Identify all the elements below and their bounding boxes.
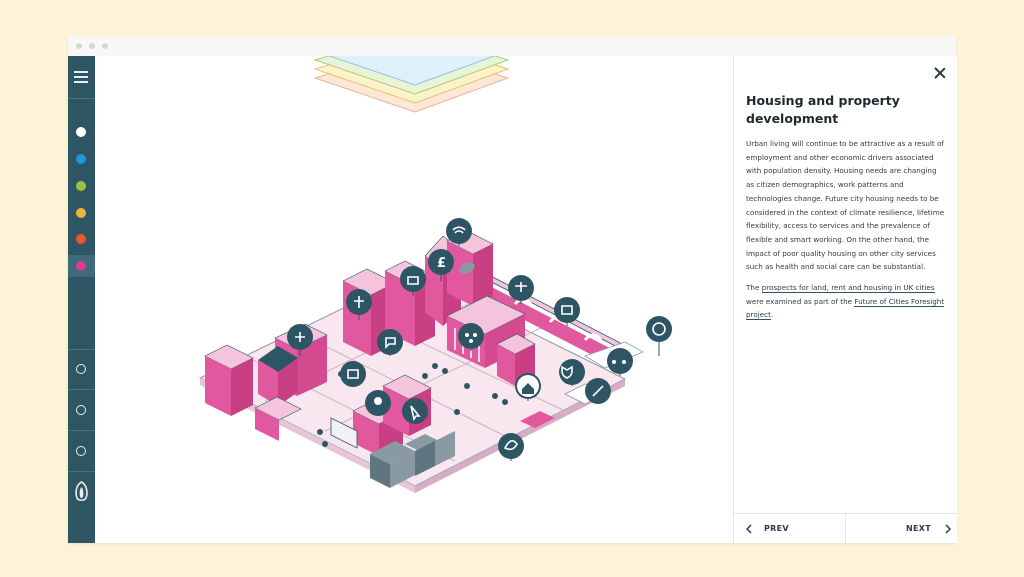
- next-button[interactable]: NEXT: [846, 514, 957, 544]
- leaf-icon[interactable]: [498, 433, 524, 459]
- sidebar-divider: [68, 471, 95, 472]
- layer-toggle-2[interactable]: [76, 405, 86, 415]
- filter-white-dot[interactable]: [76, 127, 86, 137]
- sidebar-divider: [68, 98, 95, 99]
- prospects-link[interactable]: prospects for land, rent and housing in …: [761, 283, 935, 294]
- layer-stack-graphic: [313, 56, 510, 113]
- briefcase-icon[interactable]: [400, 266, 426, 292]
- prev-label: PREV: [764, 524, 789, 533]
- chat-icon[interactable]: [377, 329, 403, 355]
- panel-paragraph-links: The prospects for land, rent and housing…: [746, 281, 946, 322]
- filter-yellow-dot[interactable]: [76, 208, 86, 218]
- panel-title: Housing and property development: [746, 93, 900, 126]
- chevron-right-icon: [945, 524, 951, 534]
- filter-orange-dot[interactable]: [76, 234, 86, 244]
- city-illustration-canvas: £: [95, 56, 733, 543]
- sidebar-divider: [68, 389, 95, 390]
- panel-body: Urban living will continue to be attract…: [746, 137, 946, 329]
- layer-toggle-3[interactable]: [76, 446, 86, 456]
- text: The: [746, 283, 762, 293]
- window-dot: [76, 43, 82, 49]
- news-icon[interactable]: [554, 297, 580, 323]
- sidebar-divider: [68, 349, 95, 350]
- sidebar-divider: [68, 430, 95, 431]
- panel-navigation: PREV NEXT: [734, 513, 957, 544]
- sidebar: [68, 56, 95, 543]
- filter-blue-dot[interactable]: [76, 154, 86, 164]
- settings-icon[interactable]: [646, 316, 672, 342]
- app-window: £ Housing and property development Urban…: [68, 36, 957, 544]
- window-dot: [102, 43, 108, 49]
- info-panel: Housing and property development Urban l…: [733, 56, 957, 544]
- window-dot: [89, 43, 95, 49]
- layer-toggle-1[interactable]: [76, 364, 86, 374]
- prev-button[interactable]: PREV: [734, 514, 845, 544]
- people-icon[interactable]: [458, 323, 484, 349]
- hamburger-icon[interactable]: [74, 71, 88, 83]
- city-illustration: £: [198, 56, 672, 493]
- next-label: NEXT: [906, 524, 931, 533]
- filter-magenta-dot[interactable]: [76, 261, 86, 271]
- chevron-left-icon: [746, 524, 752, 534]
- window-titlebar: [68, 36, 956, 57]
- leaf-logo-icon[interactable]: [74, 481, 89, 503]
- book-icon[interactable]: [340, 361, 366, 387]
- text: were examined as part of the: [746, 296, 855, 306]
- close-icon[interactable]: [933, 66, 947, 80]
- filter-green-dot[interactable]: [76, 181, 86, 191]
- svg-text:£: £: [437, 256, 446, 271]
- delivery-truck-icon[interactable]: [607, 348, 633, 374]
- panel-paragraph: Urban living will continue to be attract…: [746, 139, 945, 272]
- text: .: [770, 310, 774, 320]
